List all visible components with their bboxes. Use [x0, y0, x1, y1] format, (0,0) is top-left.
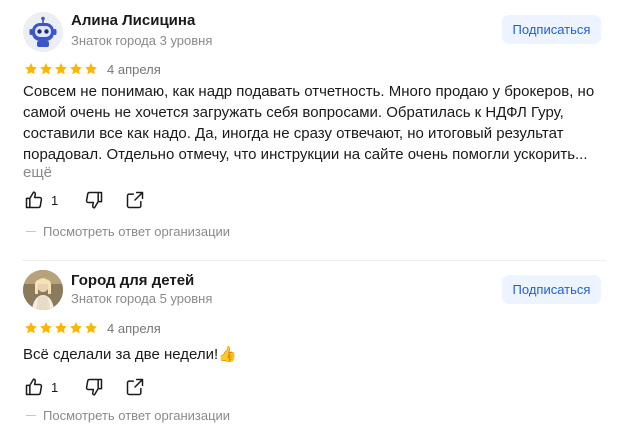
author-level: Знаток города 3 уровня [71, 33, 213, 48]
thumb-up-icon [25, 191, 43, 209]
author-name[interactable]: Город для детей [71, 272, 194, 289]
review-date: 4 апреля [107, 62, 161, 77]
review-card: Город для детей Знаток города 5 уровня П… [0, 260, 628, 435]
review-text-block: Совсем не понимаю, как надр подавать отч… [23, 81, 598, 181]
like-button[interactable]: 1 [24, 190, 84, 210]
star-icon [70, 63, 82, 75]
share-button[interactable] [125, 190, 145, 210]
dislike-button[interactable] [84, 190, 125, 210]
star-icon [70, 322, 82, 334]
org-answer-link[interactable]: Посмотреть ответ организации [26, 224, 230, 239]
org-answer-link[interactable]: Посмотреть ответ организации [26, 408, 230, 423]
star-icon [40, 322, 52, 334]
share-icon [126, 378, 144, 396]
subscribe-button[interactable]: Подписаться [502, 275, 601, 304]
thumb-down-icon [85, 191, 103, 209]
photo-avatar-icon [23, 270, 63, 310]
org-answer-label: Посмотреть ответ организации [43, 224, 231, 239]
review-text: Совсем не понимаю, как надр подавать отч… [23, 83, 595, 163]
org-answer-label: Посмотреть ответ организации [43, 408, 231, 423]
avatar[interactable] [23, 12, 63, 52]
review-actions: 1 [24, 190, 145, 210]
robot-avatar-icon [23, 12, 63, 52]
star-icon [85, 63, 97, 75]
like-button[interactable]: 1 [24, 377, 84, 397]
dash-divider [26, 415, 36, 416]
star-icon [40, 63, 52, 75]
rating-stars [24, 321, 98, 335]
review-date: 4 апреля [107, 321, 161, 336]
review-actions: 1 [24, 377, 145, 397]
dash-divider [26, 231, 36, 232]
more-link[interactable]: ещё [23, 165, 598, 181]
share-button[interactable] [125, 377, 145, 397]
thumb-down-icon [85, 378, 103, 396]
star-icon [85, 322, 97, 334]
thumb-up-icon [25, 378, 43, 396]
author-level: Знаток города 5 уровня [71, 291, 213, 306]
avatar[interactable] [23, 270, 63, 310]
rating-stars [24, 62, 98, 76]
author-name[interactable]: Алина Лисицина [71, 12, 195, 29]
review-card: Алина Лисицина Знаток города 3 уровня По… [0, 0, 628, 260]
star-icon [25, 322, 37, 334]
star-icon [25, 63, 37, 75]
like-count: 1 [51, 379, 59, 395]
subscribe-button[interactable]: Подписаться [502, 15, 601, 44]
like-count: 1 [51, 192, 59, 208]
review-text: Всё сделали за две недели!👍 [23, 346, 237, 363]
star-icon [55, 322, 67, 334]
star-icon [55, 63, 67, 75]
review-text-block: Всё сделали за две недели!👍 [23, 344, 598, 365]
share-icon [126, 191, 144, 209]
dislike-button[interactable] [84, 377, 125, 397]
